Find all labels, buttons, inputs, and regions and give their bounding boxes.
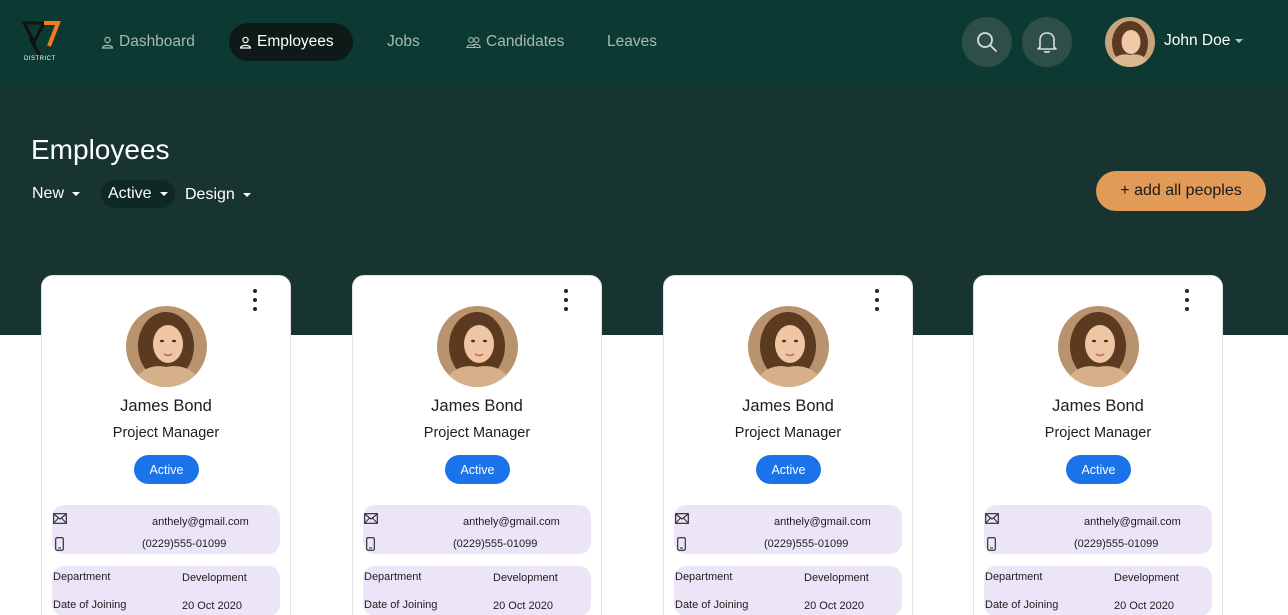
nav-item-candidates[interactable]: Candidates	[466, 23, 564, 61]
employee-email[interactable]: anthely@gmail.com	[1084, 516, 1181, 528]
department-label: Department	[985, 571, 1043, 583]
bell-icon	[1037, 32, 1057, 53]
phone-icon	[677, 537, 686, 551]
joining-date-label: Date of Joining	[364, 599, 438, 611]
employee-phone[interactable]: (0229)555-01099	[453, 538, 537, 550]
chevron-down-icon[interactable]	[1235, 39, 1243, 43]
contact-info-box: anthely@gmail.com (0229)555-01099	[363, 505, 591, 554]
chevron-down-icon	[72, 192, 81, 196]
department-value: Development	[182, 572, 247, 584]
contact-info-box: anthely@gmail.com (0229)555-01099	[984, 505, 1212, 554]
filter-label: Active	[108, 185, 152, 202]
employee-role: Project Manager	[734, 425, 842, 441]
filter-active-dropdown[interactable]: Active	[101, 180, 175, 208]
more-options-icon[interactable]	[1184, 289, 1190, 311]
department-value: Development	[493, 572, 558, 584]
contact-info-box: anthely@gmail.com (0229)555-01099	[674, 505, 902, 554]
mail-icon	[985, 513, 999, 524]
employee-email[interactable]: anthely@gmail.com	[152, 516, 249, 528]
filter-label: Design	[185, 186, 235, 203]
employee-name: James Bond	[1052, 397, 1144, 415]
employment-details-box: Department Development Date of Joining 2…	[363, 566, 591, 615]
filter-design-dropdown[interactable]: Design	[185, 181, 251, 209]
employment-details-box: Department Development Date of Joining 2…	[984, 566, 1212, 615]
employee-email[interactable]: anthely@gmail.com	[463, 516, 560, 528]
nav-item-label: Candidates	[486, 33, 565, 50]
phone-icon	[55, 537, 64, 551]
employee-role: Project Manager	[112, 425, 220, 441]
search-button[interactable]	[962, 17, 1012, 67]
employee-role: Project Manager	[1044, 425, 1152, 441]
nav-item-label: Jobs	[387, 33, 420, 50]
employee-card: James Bond Project Manager Active anthel…	[663, 275, 913, 615]
mail-icon	[53, 513, 67, 524]
user-icon	[101, 36, 114, 49]
employee-avatar	[126, 306, 207, 387]
employee-email[interactable]: anthely@gmail.com	[774, 516, 871, 528]
employment-details-box: Department Development Date of Joining 2…	[52, 566, 280, 615]
employee-card: James Bond Project Manager Active anthel…	[973, 275, 1223, 615]
employment-details-box: Department Development Date of Joining 2…	[674, 566, 902, 615]
nav-item-dashboard[interactable]: Dashboard	[101, 23, 195, 61]
employee-avatar	[1058, 306, 1139, 387]
more-options-icon[interactable]	[252, 289, 258, 311]
user-name[interactable]: John Doe	[1164, 32, 1230, 50]
status-badge[interactable]: Active	[134, 455, 199, 484]
joining-date-label: Date of Joining	[675, 599, 749, 611]
joining-date-label: Date of Joining	[53, 599, 127, 611]
page-title: Employees	[31, 134, 170, 165]
nav-item-label: Employees	[257, 33, 334, 50]
status-badge[interactable]: Active	[445, 455, 510, 484]
nav-item-jobs[interactable]: Jobs	[387, 23, 420, 61]
joining-date-label: Date of Joining	[985, 599, 1059, 611]
filter-new-dropdown[interactable]: New	[32, 180, 81, 208]
joining-date-value: 20 Oct 2020	[804, 600, 864, 612]
employee-card: James Bond Project Manager Active anthel…	[41, 275, 291, 615]
nav-item-label: Dashboard	[119, 33, 195, 50]
nav-item-employees[interactable]: Employees	[229, 23, 353, 61]
status-badge[interactable]: Active	[1066, 455, 1131, 484]
employee-card: James Bond Project Manager Active anthel…	[352, 275, 602, 615]
user-avatar[interactable]	[1105, 17, 1155, 67]
logo-wordmark: DISTRICT	[24, 56, 56, 62]
nav-item-label: Leaves	[607, 33, 657, 50]
nav-item-leaves[interactable]: Leaves	[607, 23, 657, 61]
phone-icon	[987, 537, 996, 551]
joining-date-value: 20 Oct 2020	[182, 600, 242, 612]
users-icon	[466, 36, 481, 48]
add-all-peoples-button[interactable]: + add all peoples	[1096, 171, 1266, 211]
contact-info-box: anthely@gmail.com (0229)555-01099	[52, 505, 280, 554]
filter-label: New	[32, 185, 65, 202]
more-options-icon[interactable]	[563, 289, 569, 311]
department-label: Department	[675, 571, 733, 583]
employee-avatar	[748, 306, 829, 387]
user-icon	[239, 36, 252, 49]
status-badge[interactable]: Active	[756, 455, 821, 484]
joining-date-value: 20 Oct 2020	[493, 600, 553, 612]
employee-role: Project Manager	[423, 425, 531, 441]
employee-phone[interactable]: (0229)555-01099	[142, 538, 226, 550]
employee-phone[interactable]: (0229)555-01099	[764, 538, 848, 550]
department-value: Development	[1114, 572, 1179, 584]
employee-name: James Bond	[120, 397, 212, 415]
joining-date-value: 20 Oct 2020	[1114, 600, 1174, 612]
phone-icon	[366, 537, 375, 551]
notifications-button[interactable]	[1022, 17, 1072, 67]
chevron-down-icon	[242, 193, 251, 197]
mail-icon	[364, 513, 378, 524]
department-value: Development	[804, 572, 869, 584]
department-label: Department	[53, 571, 111, 583]
department-label: Department	[364, 571, 422, 583]
chevron-down-icon	[159, 192, 168, 196]
employee-phone[interactable]: (0229)555-01099	[1074, 538, 1158, 550]
mail-icon	[675, 513, 689, 524]
employee-avatar	[437, 306, 518, 387]
search-icon	[977, 32, 997, 52]
employee-name: James Bond	[742, 397, 834, 415]
employee-name: James Bond	[431, 397, 523, 415]
more-options-icon[interactable]	[874, 289, 880, 311]
